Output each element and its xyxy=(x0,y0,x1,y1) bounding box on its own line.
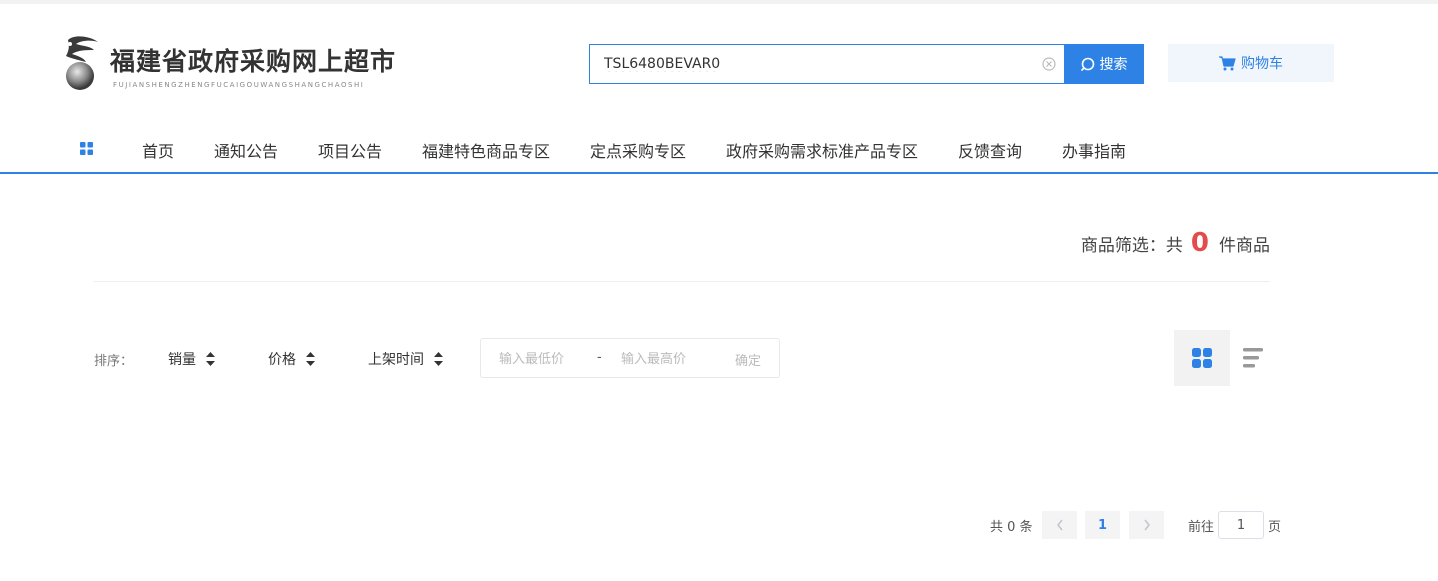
summary-suffix: 件商品 xyxy=(1219,236,1270,256)
list-view-icon xyxy=(1243,348,1263,368)
nav-item-project-notices[interactable]: 项目公告 xyxy=(318,138,382,162)
sort-arrows-icon xyxy=(434,352,443,366)
pagination-total: 共 0 条 xyxy=(990,520,1033,535)
search-input[interactable] xyxy=(604,45,1024,83)
nav-item-notices[interactable]: 通知公告 xyxy=(214,138,278,162)
chevron-left-icon xyxy=(1056,519,1063,531)
nav-item-home[interactable]: 首页 xyxy=(142,138,174,162)
grid-view-button[interactable] xyxy=(1174,330,1230,386)
search-button[interactable]: 搜索 xyxy=(1064,44,1144,84)
goto-page-input[interactable] xyxy=(1218,511,1264,539)
divider xyxy=(94,281,1270,282)
page-suffix: 页 xyxy=(1268,520,1282,535)
summary-prefix: 商品筛选：共 xyxy=(1080,236,1183,256)
prev-page-button[interactable] xyxy=(1042,511,1077,539)
cart-icon xyxy=(1219,55,1236,70)
search-button-label: 搜索 xyxy=(1099,56,1128,72)
chevron-right-icon xyxy=(1143,519,1150,531)
page-number-current[interactable]: 1 xyxy=(1085,511,1120,539)
price-confirm-button[interactable]: 确定 xyxy=(735,350,761,369)
nav-item-guide[interactable]: 办事指南 xyxy=(1062,138,1126,162)
logo-subtitle: FUJIANSHENGZHENGFUCAIGOUWANGSHANGCHAOSHI xyxy=(113,81,365,89)
result-summary: 商品筛选：共 0 件商品 xyxy=(1081,228,1270,258)
cart-label: 购物车 xyxy=(1241,56,1283,72)
price-min-input[interactable] xyxy=(499,348,589,370)
logo-title: 福建省政府采购网上超市 xyxy=(110,47,397,76)
logo-emblem-icon xyxy=(66,36,98,90)
nav-item-fujian-specialty[interactable]: 福建特色商品专区 xyxy=(422,138,550,162)
cart-button[interactable]: 购物车 xyxy=(1168,44,1334,82)
sort-price-label: 价格 xyxy=(268,352,296,368)
sort-by-sales[interactable]: 销量 xyxy=(168,349,215,369)
price-dash: - xyxy=(597,350,602,365)
result-count: 0 xyxy=(1190,228,1209,258)
sort-time-label: 上架时间 xyxy=(368,352,424,368)
sort-by-price[interactable]: 价格 xyxy=(268,349,315,369)
sort-by-listing-time[interactable]: 上架时间 xyxy=(368,349,443,369)
top-strip xyxy=(0,0,1438,4)
sort-sales-label: 销量 xyxy=(168,352,196,368)
close-circle-icon[interactable] xyxy=(1042,57,1056,71)
sort-label: 排序： xyxy=(94,354,134,369)
category-grid-icon[interactable] xyxy=(80,142,93,155)
nav-item-designated-procurement[interactable]: 定点采购专区 xyxy=(590,138,686,162)
grid-view-icon xyxy=(1192,348,1212,368)
goto-label: 前往 xyxy=(1188,520,1215,535)
next-page-button[interactable] xyxy=(1129,511,1164,539)
nav-item-standard-products[interactable]: 政府采购需求标准产品专区 xyxy=(726,138,918,162)
search-icon xyxy=(1080,57,1094,71)
main-nav: 首页 通知公告 项目公告 福建特色商品专区 定点采购专区 政府采购需求标准产品专… xyxy=(0,128,1438,174)
sort-arrows-icon xyxy=(306,352,315,366)
list-view-button[interactable] xyxy=(1240,344,1268,372)
sort-arrows-icon xyxy=(206,352,215,366)
site-logo[interactable]: 福建省政府采购网上超市 FUJIANSHENGZHENGFUCAIGOUWANG… xyxy=(60,34,410,94)
nav-item-feedback[interactable]: 反馈查询 xyxy=(958,138,1022,162)
search-box xyxy=(589,44,1064,84)
price-range-filter: - 确定 xyxy=(480,338,780,378)
price-max-input[interactable] xyxy=(621,348,711,370)
